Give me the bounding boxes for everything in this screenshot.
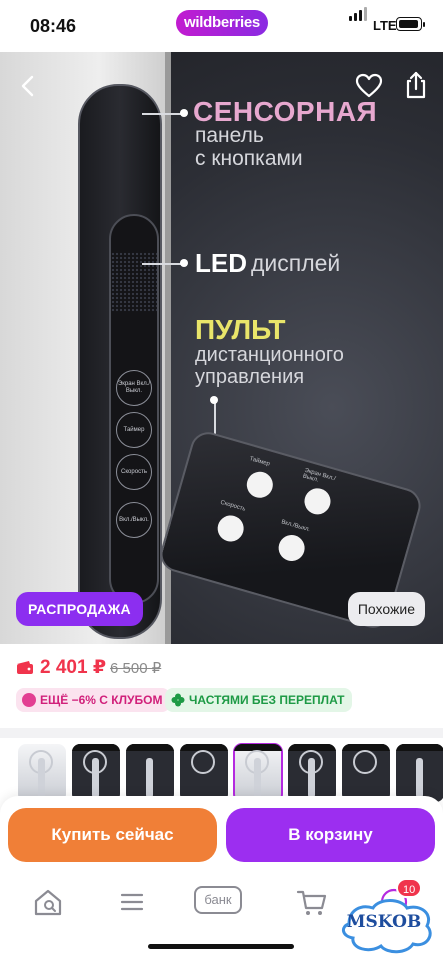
installments-tag[interactable]: ЧАСТЯМИ БЕЗ ПЕРЕПЛАТ — [165, 688, 353, 712]
similar-button[interactable]: Похожие — [347, 592, 425, 626]
club-discount-label: ЕЩЁ −6% С КЛУБОМ — [40, 693, 163, 707]
battery-icon — [396, 17, 425, 31]
watermark-text: MSKOB — [346, 912, 422, 932]
cart-icon[interactable] — [294, 884, 330, 920]
led-display-illustration — [111, 252, 157, 312]
remote-screen-icon — [301, 485, 334, 518]
home-search-icon[interactable] — [30, 884, 66, 920]
sensor-panel-subtitle: с кнопками — [195, 147, 303, 170]
thumbnail[interactable] — [126, 744, 174, 802]
status-bar: 08:46 wildberries LTE — [0, 0, 443, 52]
remote-power-icon — [275, 531, 308, 565]
remote-label: Скорость — [219, 499, 247, 513]
thumbnail[interactable] — [72, 744, 120, 802]
panel-button-speed: Скорость — [116, 454, 152, 490]
clover-icon — [171, 693, 185, 707]
thumbnail[interactable] — [18, 744, 66, 802]
purchase-bar: Купить сейчас В корзину — [0, 796, 443, 880]
callout-dot — [210, 396, 218, 404]
remote-speed-icon — [214, 512, 247, 545]
section-divider — [0, 728, 443, 738]
panel-button-timer: Таймер — [116, 412, 152, 448]
old-price: 6 500 ₽ — [110, 660, 162, 677]
product-image[interactable]: Экран Вкл./Выкл. Таймер Скорость Вкл./Вы… — [0, 52, 443, 644]
thumbnail[interactable] — [396, 744, 443, 802]
callout-line — [214, 400, 216, 434]
thumbnail[interactable] — [180, 744, 228, 802]
sale-badge: РАСПРОДАЖА — [16, 592, 143, 626]
remote-subtitle: дистанционного — [195, 344, 344, 366]
back-icon[interactable] — [14, 72, 42, 100]
add-to-cart-button[interactable]: В корзину — [226, 808, 435, 862]
club-discount-tag[interactable]: ЕЩЁ −6% С КЛУБОМ — [16, 688, 171, 712]
catalog-menu-icon[interactable] — [114, 884, 150, 920]
wallet-icon — [17, 661, 33, 674]
club-icon — [22, 693, 36, 707]
thumbnail[interactable] — [288, 744, 336, 802]
remote-title: ПУЛЬТ — [195, 314, 286, 345]
callout-line — [142, 113, 184, 115]
network-label: LTE — [373, 18, 397, 33]
thumbnail-selected[interactable] — [233, 743, 283, 803]
status-time: 08:46 — [30, 16, 77, 36]
panel-button-screen: Экран Вкл./Выкл. — [116, 370, 152, 406]
share-icon[interactable] — [402, 70, 430, 100]
callout-line — [142, 263, 184, 265]
remote-subtitle: управления — [195, 366, 305, 388]
thumbnail-strip — [18, 743, 443, 803]
home-indicator — [148, 944, 294, 949]
led-title: LED — [195, 248, 247, 278]
bank-tab[interactable]: банк — [194, 886, 242, 914]
current-price: 2 401 ₽ — [40, 657, 107, 678]
remote-label: Таймер — [248, 456, 271, 468]
remote-timer-icon — [243, 468, 276, 501]
sensor-panel-subtitle: панель — [195, 124, 264, 147]
installments-label: ЧАСТЯМИ БЕЗ ПЕРЕПЛАТ — [189, 693, 345, 707]
callout-dot — [180, 109, 188, 117]
panel-button-power: Вкл./Выкл. — [116, 502, 152, 538]
remote-label: Вкл./Выкл. — [280, 519, 311, 534]
thumbnail[interactable] — [342, 744, 390, 802]
remote-label: Экран Вкл./Выкл. — [301, 467, 337, 484]
heart-icon[interactable] — [355, 72, 383, 100]
wildberries-logo: wildberries — [176, 10, 268, 36]
led-subtitle: дисплей — [251, 250, 341, 276]
callout-dot — [180, 259, 188, 267]
buy-now-button[interactable]: Купить сейчас — [8, 808, 217, 862]
